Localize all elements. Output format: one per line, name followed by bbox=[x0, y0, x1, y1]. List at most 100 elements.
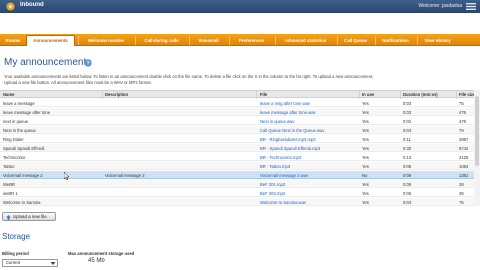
intro-line-2: Upload a new file button. All announceme… bbox=[4, 79, 152, 85]
col-divider bbox=[400, 91, 401, 99]
table-row[interactable]: leave message after tone leave message af… bbox=[0, 108, 480, 116]
cell-file-size: 1381 bbox=[459, 172, 469, 178]
table-scrollbar-thumb[interactable] bbox=[475, 96, 479, 166]
cell-duration: 0:03 bbox=[403, 127, 412, 133]
cell-file-link[interactable]: BR - Spandi Spandi Effendi.mp3 bbox=[260, 146, 356, 151]
tab-routes[interactable]: Routes bbox=[2, 36, 24, 45]
window-title: Inbound bbox=[20, 2, 44, 8]
upload-new-file-button[interactable]: Upload a new file bbox=[2, 212, 56, 221]
table-row[interactable]: Next in the queue Call Queue Next in the … bbox=[0, 126, 480, 134]
table-row[interactable]: WeBR BeF 201.mp3 Yes 0:09 28 bbox=[0, 180, 480, 188]
col-header-duration[interactable]: Duration (mm:ss) bbox=[403, 92, 438, 97]
tab-advanced-statistics[interactable]: Advanced statistics bbox=[275, 36, 335, 45]
cell-name: Voicemail message 2 bbox=[3, 172, 43, 178]
cell-file-size: 2125 bbox=[459, 154, 469, 160]
cell-file-link[interactable]: Welcome to Samina.wav bbox=[260, 200, 356, 205]
storage-title: Storage bbox=[2, 232, 31, 241]
col-divider bbox=[359, 91, 360, 99]
tab-voicemail[interactable]: Voicemail bbox=[189, 36, 227, 45]
cell-duration: 0:05 bbox=[403, 190, 412, 196]
cell-in-use: Yes bbox=[362, 145, 369, 151]
cell-file-size: 476 bbox=[459, 109, 466, 115]
tab-announcements[interactable]: Announcements bbox=[26, 35, 75, 46]
billing-period-label: Billing period bbox=[2, 251, 29, 256]
tab-welcome-number[interactable]: Welcome number bbox=[78, 36, 133, 45]
cell-file-link[interactable]: BR - Tattoo.mp3 bbox=[260, 164, 356, 169]
col-divider bbox=[456, 91, 457, 99]
cell-file-size: 479 bbox=[459, 118, 466, 124]
welcome-user-text[interactable]: Welcome: jasdadsa bbox=[418, 3, 462, 9]
billing-period-select[interactable]: Current bbox=[2, 259, 58, 267]
cell-file-link[interactable]: BR - Technicomo.mp3 bbox=[260, 155, 356, 160]
max-storage-label: Max announcement storage used bbox=[68, 251, 135, 256]
cell-file-size: 38 bbox=[459, 190, 464, 196]
cell-file-size: 1084 bbox=[459, 163, 469, 169]
cell-name: next in queue bbox=[3, 118, 29, 124]
table-row[interactable]: Spandi Spandi Effendi BR - Spandi Spandi … bbox=[0, 144, 480, 152]
cell-in-use: Yes bbox=[362, 118, 369, 124]
cell-file-link[interactable]: BeF 202.mp3 bbox=[260, 191, 356, 196]
cell-name: weBR 1 bbox=[3, 190, 18, 196]
cell-file-link[interactable]: leave a msg after tone.wav bbox=[260, 101, 356, 106]
table-row[interactable]: Technicomo BR - Technicomo.mp3 Yes 0:13 2125 bbox=[0, 153, 480, 161]
inbound-logo-icon bbox=[6, 2, 15, 11]
table-row[interactable]: weBR 1 BeF 202.mp3 Yes 0:05 38 bbox=[0, 189, 480, 197]
cell-file-link[interactable]: BeF 201.mp3 bbox=[260, 182, 356, 187]
cell-in-use: Yes bbox=[362, 127, 369, 133]
title-bar: Inbound Welcome: jasdadsa bbox=[0, 0, 480, 13]
main-nav: Routes Announcements Welcome number Call… bbox=[0, 34, 480, 46]
col-header-in-use[interactable]: In use bbox=[362, 92, 374, 97]
billing-period-value: Current bbox=[6, 260, 20, 265]
cell-name: leave a message bbox=[3, 100, 35, 106]
help-icon[interactable]: ? bbox=[84, 59, 92, 67]
cell-in-use: Yes bbox=[362, 109, 369, 115]
table-row[interactable]: Tattoo BR - Tattoo.mp3 Yes 0:05 1084 bbox=[0, 162, 480, 170]
table-row[interactable]: Welcome to Samina Welcome to Samina.wav Ye… bbox=[0, 198, 480, 206]
cell-in-use: Yes bbox=[362, 199, 369, 205]
tab-call-queue[interactable]: Call Queue bbox=[337, 36, 373, 45]
upload-button-label: Upload a new file bbox=[13, 214, 47, 219]
col-header-description[interactable]: Description bbox=[105, 92, 128, 97]
cell-in-use: Yes bbox=[362, 163, 369, 169]
mouse-cursor-icon bbox=[64, 172, 69, 180]
cell-name: Next in the queue bbox=[3, 127, 36, 133]
cell-name: leave message after tone bbox=[3, 109, 51, 115]
cell-description: Voicemail message 2 bbox=[105, 172, 145, 178]
cell-file-size: 75 bbox=[459, 100, 464, 106]
cell-in-use: Yes bbox=[362, 154, 369, 160]
cell-duration: 0:09 bbox=[403, 181, 412, 187]
menu-icon[interactable] bbox=[466, 3, 476, 10]
cell-duration: 0:11 bbox=[403, 136, 411, 142]
table-row[interactable]: Voicemail message 2 Voicemail message 2 Vo… bbox=[0, 171, 480, 179]
cell-file-link[interactable]: BR - Ringbackdialer.mp3.mp3 bbox=[260, 137, 356, 142]
col-header-name[interactable]: Name bbox=[3, 92, 14, 97]
cell-file-link[interactable]: Voicemail message 2.wav bbox=[260, 173, 356, 178]
tab-view-history[interactable]: View History bbox=[417, 36, 457, 45]
table-row[interactable]: Ring Dialer BR - Ringbackdialer.mp3.mp3 Ye… bbox=[0, 135, 480, 143]
cell-duration: 0:02 bbox=[403, 118, 412, 124]
cell-duration: 0:30 bbox=[403, 145, 412, 151]
cell-name: Spandi Spandi Effendi bbox=[3, 145, 45, 151]
cell-file-link[interactable]: leave message after tone.wav bbox=[260, 110, 356, 115]
cell-duration: 0:09 bbox=[403, 172, 412, 178]
cell-in-use: Yes bbox=[362, 100, 369, 106]
table-row[interactable]: next in queue Next in queue.wav Yes 0:02 479 bbox=[0, 117, 480, 125]
tab-preferences[interactable]: Preferences bbox=[229, 36, 273, 45]
cell-file-link[interactable]: Next in queue.wav bbox=[260, 119, 356, 124]
cell-in-use: Yes bbox=[362, 136, 369, 142]
cell-name: Tattoo bbox=[3, 163, 15, 169]
col-divider bbox=[102, 91, 103, 99]
cell-duration: 0:03 bbox=[403, 199, 412, 205]
col-header-file-size[interactable]: File size bbox=[459, 92, 475, 97]
cell-duration: 0:05 bbox=[403, 163, 412, 169]
tab-notifications[interactable]: Notifications bbox=[375, 36, 415, 45]
col-header-file[interactable]: File bbox=[260, 92, 267, 97]
cell-file-link[interactable]: Call Queue Next in the Queue.wav bbox=[260, 128, 356, 133]
cell-name: Technicomo bbox=[3, 154, 26, 160]
cell-file-size: 28 bbox=[459, 181, 464, 187]
table-row[interactable]: leave a message leave a msg after tone.wa… bbox=[0, 99, 480, 107]
cell-duration: 0:03 bbox=[403, 100, 412, 106]
tab-call-during-calls[interactable]: Call-during calls bbox=[135, 36, 187, 45]
chevron-down-icon bbox=[50, 262, 56, 265]
cell-duration: 0:03 bbox=[403, 109, 412, 115]
